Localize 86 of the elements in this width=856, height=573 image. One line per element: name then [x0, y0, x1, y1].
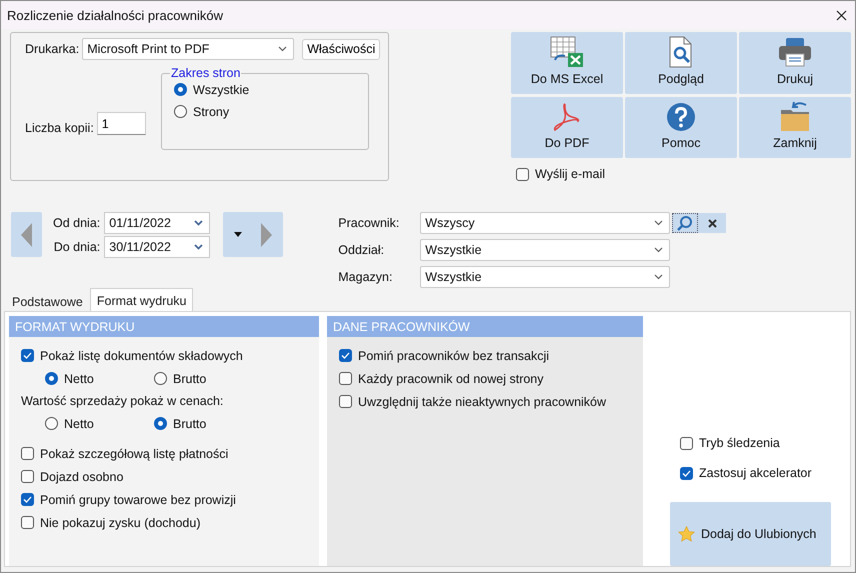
filter-dropdown[interactable]: Wszystkie [420, 239, 670, 261]
checkbox-label: Pomiń pracowników bez transakcji [358, 348, 550, 362]
checkbox[interactable] [21, 493, 34, 506]
checkmark-icon [23, 496, 32, 503]
filter-dropdown[interactable]: Wszyscy [420, 212, 670, 234]
option-label: Netto [64, 416, 94, 430]
add-to-favorites-button[interactable]: Dodaj do Ulubionych [670, 502, 831, 566]
action-button[interactable]: Do PDF [511, 97, 623, 158]
dropdown-caret-icon [194, 220, 204, 226]
search-icon [676, 215, 694, 232]
checkbox[interactable] [680, 466, 693, 480]
close-icon[interactable] [836, 10, 847, 20]
checkbox[interactable] [21, 470, 34, 483]
group-title: Zakres stron [170, 66, 242, 80]
action-button[interactable]: Pomoc [625, 97, 737, 158]
right-arrow-icon [260, 222, 272, 247]
dropdown-caret-icon [194, 244, 204, 250]
star-icon [678, 526, 695, 542]
pdf-icon [553, 102, 581, 132]
printer-icon [778, 36, 812, 68]
dropdown-caret-icon [654, 220, 664, 226]
checkbox[interactable] [516, 168, 529, 180]
option-label: Wszystkie [193, 82, 250, 96]
help-icon [666, 102, 696, 132]
option-label: Netto [64, 372, 94, 386]
option-label: Brutto [173, 416, 206, 430]
checkbox[interactable] [21, 349, 34, 362]
section-header: FORMAT WYDRUKU [9, 316, 319, 337]
search-button[interactable] [672, 213, 698, 234]
action-button[interactable]: Do MS Excel [511, 32, 623, 94]
left-arrow-icon [20, 222, 32, 247]
field-label: Oddział: [338, 243, 386, 257]
printer-dropdown[interactable]: Microsoft Print to PDF [82, 38, 294, 60]
option-label: Brutto [173, 372, 206, 386]
dropdown-caret-icon [654, 274, 664, 280]
checkbox-label: Nie pokazuj zysku (dochodu) [40, 516, 200, 530]
radio-button[interactable] [174, 83, 187, 96]
checkmark-icon [682, 470, 691, 476]
radio-button[interactable] [174, 105, 187, 118]
checkbox[interactable] [339, 395, 352, 408]
date-picker[interactable]: 30/11/2022 [104, 236, 210, 258]
field-label: Wartość sprzedaży pokaż w cenach: [21, 393, 224, 410]
copies-input[interactable]: 1 [96, 112, 146, 135]
field-label: Pracownik: [338, 216, 400, 230]
tab[interactable]: Podstawowe [5, 290, 90, 312]
section-header: DANE PRACOWNIKÓW [327, 316, 643, 337]
checkbox-label: Zastosuj akcelerator [699, 466, 812, 480]
dropdown-caret-icon [278, 46, 288, 52]
checkmark-icon [341, 352, 350, 359]
clear-icon [708, 218, 717, 228]
properties-button[interactable]: Właściwości [302, 38, 380, 60]
checkbox-label: Uwzględnij także nieaktywnych pracowników [358, 394, 606, 408]
radio-button[interactable] [45, 417, 58, 430]
field-label: Od dnia: [53, 216, 100, 230]
checkbox-label: Dojazd osobno [40, 470, 124, 484]
dropdown-caret-icon [654, 247, 664, 253]
action-button[interactable]: Drukuj [739, 32, 851, 94]
option-label: Strony [193, 104, 230, 118]
checkbox-label: Pokaż listę dokumentów składowych [40, 348, 243, 362]
spreadsheet-export-icon [549, 36, 585, 68]
radio-button[interactable] [45, 372, 58, 385]
field-label: Drukarka: [25, 42, 80, 56]
checkbox-label: Pomiń grupy towarowe bez prowizji [40, 492, 236, 506]
checkbox[interactable] [21, 516, 34, 529]
date-picker[interactable]: 01/11/2022 [104, 212, 210, 234]
dropdown-caret-icon [234, 232, 242, 238]
field-label: Do dnia: [54, 240, 100, 254]
tab[interactable]: Format wydruku [90, 288, 194, 312]
folder-return-icon [780, 100, 810, 132]
checkbox-label: Każdy pracownik od nowej strony [358, 372, 544, 386]
radio-button[interactable] [154, 417, 167, 430]
field-label: Magazyn: [338, 270, 394, 284]
action-button[interactable]: Podgląd [625, 32, 737, 94]
checkbox-label: Tryb śledzenia [699, 436, 780, 450]
checkbox[interactable] [339, 372, 352, 385]
checkbox[interactable] [21, 447, 34, 460]
checkbox[interactable] [339, 349, 352, 362]
checkbox[interactable] [680, 436, 693, 450]
filter-dropdown[interactable]: Wszystkie [420, 266, 670, 288]
field-label: Liczba kopii: [25, 121, 94, 135]
checkmark-icon [23, 352, 32, 359]
window-title: Rozliczenie działalności pracowników [7, 8, 224, 22]
action-button[interactable]: Zamknij [739, 97, 851, 158]
checkbox-label: Wyślij e-mail [535, 167, 606, 181]
radio-button[interactable] [154, 372, 167, 385]
checkbox-label: Pokaż szczegółową listę płatności [40, 446, 228, 460]
